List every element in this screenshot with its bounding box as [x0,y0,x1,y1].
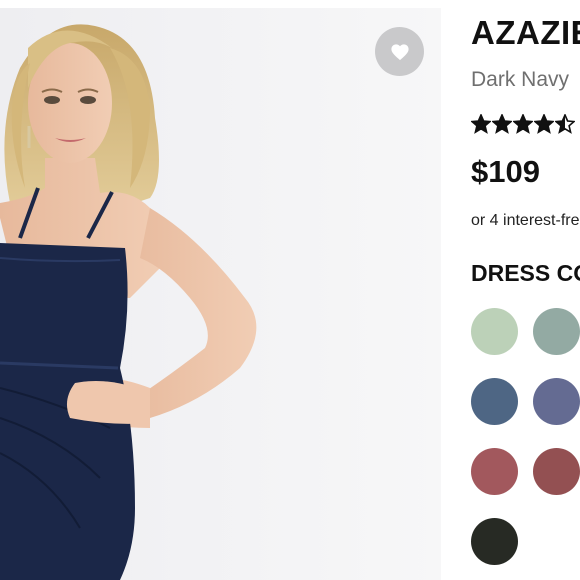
selected-color-name: Dark Navy [471,68,570,91]
dress-colors-heading: DRESS COLORS [471,260,580,286]
favorite-button[interactable] [375,27,424,76]
star-full-icon [534,114,554,134]
product-price: $109 [471,154,540,189]
star-full-icon [513,114,533,134]
color-swatch[interactable] [471,378,518,425]
star-full-icon [492,114,512,134]
color-swatch[interactable] [533,378,580,425]
color-swatch[interactable] [471,448,518,495]
color-swatch[interactable] [471,518,518,565]
star-half-icon [555,114,575,134]
color-swatch[interactable] [471,308,518,355]
color-swatch[interactable] [533,308,580,355]
heart-icon [390,43,409,60]
rating-stars[interactable] [471,114,576,134]
installment-text[interactable]: or 4 interest-free [471,212,580,230]
product-title: AZAZIE [471,14,580,51]
product-photo[interactable] [0,8,441,580]
star-full-icon [471,114,491,134]
product-info: AZAZIE Dark Navy $109 or 4 interest-free… [471,0,580,580]
model-illustration [0,8,441,580]
color-swatch[interactable] [533,448,580,495]
